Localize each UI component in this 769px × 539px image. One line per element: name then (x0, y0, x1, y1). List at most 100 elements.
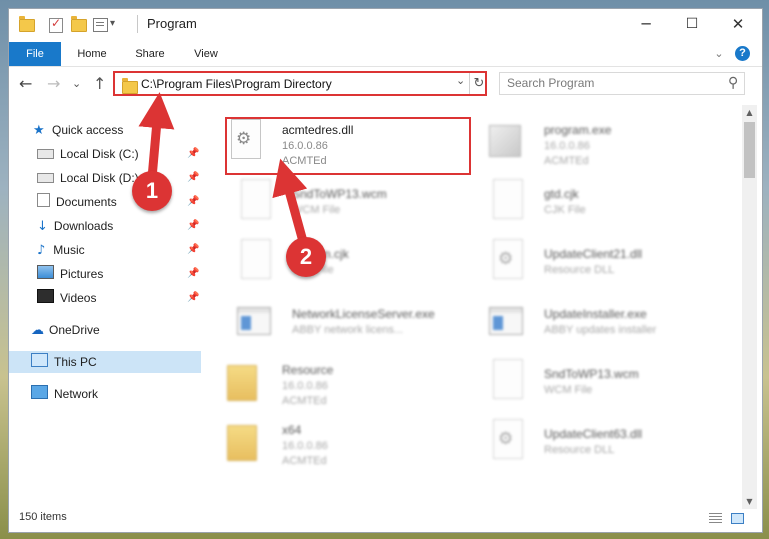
file-name: gtd.cjk (544, 187, 579, 201)
file-item-sndtowp13-wcm[interactable]: SndToWP13.wcm WCM File (217, 171, 467, 229)
file-icon (489, 359, 525, 403)
sidebar-item-local-disk-c[interactable]: Local Disk (C:) 📌 (37, 143, 201, 165)
properties-check-icon[interactable] (49, 16, 63, 33)
file-item-networklicenseserver-exe[interactable]: NetworkLicenseServer.exe ABBY network li… (217, 291, 467, 349)
sidebar-item-label: Local Disk (C:) (60, 147, 139, 161)
sidebar-item-label: OneDrive (49, 323, 100, 337)
scroll-up-icon[interactable]: ▲ (742, 105, 757, 120)
new-folder-icon[interactable] (71, 15, 87, 33)
file-type: WCM File (544, 384, 593, 396)
file-type: WCM File (292, 204, 341, 216)
properties-icon[interactable] (93, 17, 108, 33)
folder-icon (227, 419, 263, 463)
file-item-updateinstaller-exe[interactable]: UpdateInstaller.exe ABBY updates install… (469, 291, 719, 349)
file-icon (489, 179, 525, 223)
pin-icon[interactable]: 📌 (187, 287, 199, 309)
search-placeholder[interactable]: Search Program (507, 76, 594, 90)
title-separator (137, 15, 138, 33)
pin-icon[interactable]: 📌 (187, 191, 199, 213)
file-item-updateclient63-dll[interactable]: UpdateClient63.dll Resource DLL (469, 411, 719, 469)
pin-icon[interactable]: 📌 (187, 239, 199, 261)
minimize-button[interactable]: ─ (623, 9, 669, 39)
network-icon (31, 385, 48, 399)
sidebar-item-music[interactable]: ♪ Music 📌 (37, 239, 201, 261)
pictures-icon (37, 265, 54, 279)
explorer-window: ▾ Program ─ ☐ ✕ File Home Share View ⌄ ?… (8, 8, 763, 533)
quick-access-dropdown-icon[interactable]: ▾ (110, 15, 115, 31)
sidebar-item-quick-access[interactable]: ★ Quick access (33, 119, 123, 141)
help-icon[interactable]: ? (735, 46, 750, 61)
pin-icon[interactable]: 📌 (187, 143, 199, 165)
file-name: UpdateClient21.dll (544, 247, 643, 261)
file-name: UpdateInstaller.exe (544, 307, 647, 321)
refresh-button[interactable]: ↻ (469, 73, 488, 94)
search-icon[interactable]: ⚲ (728, 75, 738, 91)
sidebar-item-label: Network (54, 387, 99, 401)
folder-icon (19, 15, 35, 33)
scroll-down-icon[interactable]: ▼ (742, 494, 757, 509)
exe-icon (237, 299, 273, 343)
file-description: ABBY updates installer (544, 324, 657, 336)
search-box[interactable]: Search Program ⚲ (499, 72, 745, 95)
details-view-icon[interactable] (709, 513, 722, 524)
file-name: UpdateClient63.dll (544, 427, 643, 441)
sidebar-item-network[interactable]: Network (31, 383, 98, 405)
star-icon: ★ (33, 123, 45, 138)
videos-icon (37, 289, 54, 303)
file-item-program-exe[interactable]: program.exe 16.0.0.86 ACMTEd (469, 111, 719, 169)
sidebar-item-label: Music (53, 243, 85, 257)
sidebar-item-local-disk-d[interactable]: Local Disk (D:) 📌 (37, 167, 201, 189)
file-item-updateclient21-dll[interactable]: UpdateClient21.dll Resource DLL (469, 231, 719, 289)
pin-icon[interactable]: 📌 (187, 215, 199, 237)
tab-share[interactable]: Share (125, 42, 175, 66)
file-name: Resource (282, 363, 334, 377)
address-bar[interactable]: C:\Program Files\Program Directory ⌄ ↻ (113, 71, 487, 96)
large-icons-view-icon[interactable] (731, 513, 744, 524)
file-name: SndToWP13.wcm (544, 367, 639, 381)
address-path[interactable]: C:\Program Files\Program Directory (141, 77, 332, 91)
close-button[interactable]: ✕ (715, 9, 761, 39)
documents-icon (37, 193, 50, 207)
forward-button[interactable]: → (47, 74, 60, 93)
expand-ribbon-icon[interactable]: ⌄ (709, 42, 729, 66)
tab-home[interactable]: Home (67, 42, 117, 66)
callout-badge-2: 2 (286, 237, 326, 277)
file-description: ABBY network licens... (292, 324, 404, 336)
sidebar-item-label: Videos (60, 291, 97, 305)
callout-badge-1: 1 (132, 171, 172, 211)
file-name: acmtedres.dll (282, 123, 354, 137)
pin-icon[interactable]: 📌 (187, 167, 199, 189)
recent-locations-icon[interactable]: ⌄ (72, 77, 81, 90)
sidebar-item-downloads[interactable]: ↓ Downloads 📌 (37, 215, 201, 237)
dll-icon (227, 119, 263, 163)
cloud-icon: ☁ (31, 323, 44, 338)
sidebar-item-onedrive[interactable]: ☁ OneDrive (31, 319, 100, 341)
scroll-thumb[interactable] (744, 122, 755, 178)
sidebar-item-videos[interactable]: Videos 📌 (37, 287, 201, 309)
file-item-korean-cjk[interactable]: Korean.cjk CJK File (217, 231, 467, 289)
back-button[interactable]: ← (19, 74, 32, 93)
pin-icon[interactable]: 📌 (187, 263, 199, 285)
file-item-gtd-cjk[interactable]: gtd.cjk CJK File (469, 171, 719, 229)
tab-view[interactable]: View (181, 42, 231, 66)
up-button[interactable]: ↑ (93, 74, 106, 93)
sidebar-item-pictures[interactable]: Pictures 📌 (37, 263, 201, 285)
file-item-acmtedres-dll[interactable]: acmtedres.dll 16.0.0.86 ACMTEd (207, 111, 457, 169)
title-bar: ▾ Program ─ ☐ ✕ (9, 9, 762, 39)
file-item-sndtowp13-wcm-2[interactable]: SndToWP13.wcm WCM File (469, 351, 719, 409)
file-name: program.exe (544, 123, 612, 137)
file-item-x64-folder[interactable]: x64 16.0.0.86 ACMTEd (207, 411, 457, 469)
sidebar-item-documents[interactable]: Documents 📌 (37, 191, 201, 213)
file-icon (237, 239, 273, 283)
window-title: Program (147, 16, 197, 31)
file-item-resource-folder[interactable]: Resource 16.0.0.86 ACMTEd (207, 351, 457, 409)
tab-file[interactable]: File (9, 42, 61, 66)
sidebar-item-label: Pictures (60, 267, 104, 281)
address-dropdown-icon[interactable]: ⌄ (456, 74, 465, 87)
music-icon: ♪ (37, 243, 46, 258)
sidebar-item-this-pc[interactable]: This PC (9, 351, 201, 373)
address-folder-icon (122, 78, 138, 94)
vertical-scrollbar[interactable]: ▲ ▼ (742, 105, 757, 509)
sidebar-item-label: This PC (54, 355, 97, 369)
maximize-button[interactable]: ☐ (669, 9, 715, 39)
